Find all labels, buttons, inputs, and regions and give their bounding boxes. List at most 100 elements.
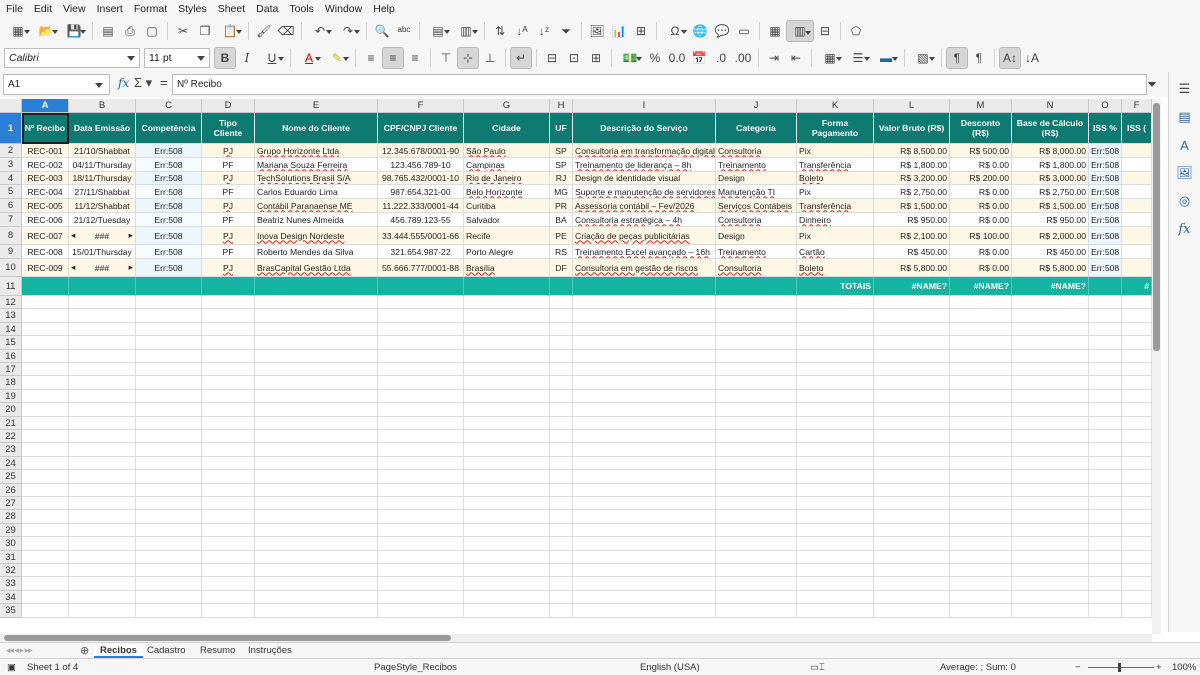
- row-icon[interactable]: ▤: [424, 20, 452, 42]
- empty-cell[interactable]: [550, 577, 573, 591]
- data-cell[interactable]: PF: [202, 213, 255, 227]
- empty-cell[interactable]: [1012, 296, 1089, 310]
- empty-cell[interactable]: [22, 403, 69, 417]
- empty-cell[interactable]: [1012, 577, 1089, 591]
- empty-cell[interactable]: [69, 296, 136, 310]
- empty-cell[interactable]: [22, 456, 69, 471]
- hyperlink-icon[interactable]: 🌐: [689, 20, 711, 42]
- new-document-icon[interactable]: ▦: [4, 20, 32, 42]
- data-cell[interactable]: Carlos Eduardo Lima: [255, 185, 378, 199]
- sum-icon[interactable]: Σ ▾: [134, 75, 152, 91]
- empty-cell[interactable]: [573, 376, 716, 390]
- row-header[interactable]: 18: [0, 376, 22, 390]
- align-top-icon[interactable]: ⊤: [435, 47, 457, 69]
- empty-cell[interactable]: [874, 537, 950, 551]
- empty-cell[interactable]: [378, 523, 464, 538]
- empty-cell[interactable]: [202, 483, 255, 497]
- vertical-scroll-thumb[interactable]: [1153, 103, 1160, 351]
- empty-cell[interactable]: [1012, 430, 1089, 444]
- data-cell[interactable]: Err:508: [1089, 172, 1122, 185]
- increase-indent-icon[interactable]: ⇥: [763, 47, 785, 69]
- empty-cell[interactable]: [1012, 523, 1089, 538]
- empty-cell[interactable]: [378, 604, 464, 618]
- empty-cell[interactable]: [1012, 416, 1089, 430]
- totals-cell[interactable]: [22, 277, 69, 296]
- empty-cell[interactable]: [202, 604, 255, 618]
- data-cell[interactable]: Criação de peças publicitárias: [573, 227, 716, 245]
- empty-cell[interactable]: [1012, 349, 1089, 363]
- empty-cell[interactable]: [69, 564, 136, 578]
- empty-cell[interactable]: [1122, 497, 1152, 511]
- empty-cell[interactable]: [378, 416, 464, 430]
- bold-icon[interactable]: B: [214, 47, 236, 69]
- border-color-icon[interactable]: ▬: [872, 47, 900, 69]
- sort-descending-icon[interactable]: ↓ᶻ: [533, 20, 555, 42]
- empty-cell[interactable]: [202, 322, 255, 337]
- empty-cell[interactable]: [1122, 537, 1152, 551]
- row-header[interactable]: 22: [0, 430, 22, 444]
- save-icon[interactable]: 💾: [60, 20, 88, 42]
- empty-cell[interactable]: [550, 430, 573, 444]
- empty-cell[interactable]: [716, 470, 797, 484]
- menu-tools[interactable]: Tools: [289, 0, 314, 18]
- empty-cell[interactable]: [797, 376, 874, 390]
- empty-cell[interactable]: [1089, 523, 1122, 538]
- empty-cell[interactable]: [1089, 537, 1122, 551]
- empty-cell[interactable]: [550, 470, 573, 484]
- data-cell[interactable]: R$ 0.00: [950, 185, 1012, 199]
- empty-cell[interactable]: [716, 564, 797, 578]
- empty-cell[interactable]: [202, 430, 255, 444]
- empty-cell[interactable]: [950, 590, 1012, 605]
- empty-cell[interactable]: [378, 430, 464, 444]
- totals-cell[interactable]: [69, 277, 136, 296]
- empty-cell[interactable]: [378, 550, 464, 564]
- empty-cell[interactable]: [22, 416, 69, 430]
- empty-cell[interactable]: [550, 510, 573, 524]
- empty-cell[interactable]: [202, 336, 255, 350]
- font-color-icon[interactable]: A: [295, 47, 323, 69]
- data-cell[interactable]: 98.765.432/0001-10: [378, 172, 464, 185]
- chevron-down-icon[interactable]: [197, 56, 205, 61]
- empty-cell[interactable]: [69, 550, 136, 564]
- empty-cell[interactable]: [202, 403, 255, 417]
- empty-cell[interactable]: [950, 363, 1012, 377]
- empty-cell[interactable]: [464, 403, 550, 417]
- empty-cell[interactable]: [550, 349, 573, 363]
- data-cell[interactable]: PJ: [202, 199, 255, 213]
- header-cell[interactable]: ISS %: [1089, 113, 1122, 144]
- row-header[interactable]: 6: [0, 199, 22, 213]
- header-cell[interactable]: Desconto (R$): [950, 113, 1012, 144]
- row-header[interactable]: 12: [0, 296, 22, 310]
- empty-cell[interactable]: [874, 483, 950, 497]
- row-header[interactable]: 9: [0, 245, 22, 259]
- empty-cell[interactable]: [550, 550, 573, 564]
- data-cell[interactable]: Err:508: [136, 185, 202, 199]
- empty-cell[interactable]: [950, 389, 1012, 404]
- data-cell[interactable]: Err:508: [136, 199, 202, 213]
- data-cell[interactable]: Suporte e manutenção de servidores: [573, 185, 716, 199]
- empty-cell[interactable]: [69, 309, 136, 323]
- empty-cell[interactable]: [255, 523, 378, 538]
- empty-cell[interactable]: [1122, 322, 1152, 337]
- data-cell[interactable]: [1122, 185, 1152, 199]
- empty-cell[interactable]: [464, 322, 550, 337]
- empty-cell[interactable]: [136, 309, 202, 323]
- data-cell[interactable]: R$ 500.00: [950, 144, 1012, 158]
- empty-cell[interactable]: [69, 322, 136, 337]
- empty-cell[interactable]: [573, 537, 716, 551]
- selection-summary[interactable]: Average: ; Sum: 0: [940, 662, 1016, 673]
- empty-cell[interactable]: [573, 430, 716, 444]
- empty-cell[interactable]: [202, 456, 255, 471]
- data-cell[interactable]: 11/12/Shabbat: [69, 199, 136, 213]
- empty-cell[interactable]: [202, 550, 255, 564]
- row-header[interactable]: 19: [0, 389, 22, 404]
- undo-icon[interactable]: ↶: [306, 20, 334, 42]
- row-header[interactable]: 16: [0, 349, 22, 363]
- empty-cell[interactable]: [1122, 523, 1152, 538]
- header-cell[interactable]: Tipo Cliente: [202, 113, 255, 144]
- empty-cell[interactable]: [464, 389, 550, 404]
- empty-cell[interactable]: [136, 510, 202, 524]
- empty-cell[interactable]: [378, 577, 464, 591]
- data-cell[interactable]: Err:508: [136, 259, 202, 277]
- empty-cell[interactable]: [1122, 389, 1152, 404]
